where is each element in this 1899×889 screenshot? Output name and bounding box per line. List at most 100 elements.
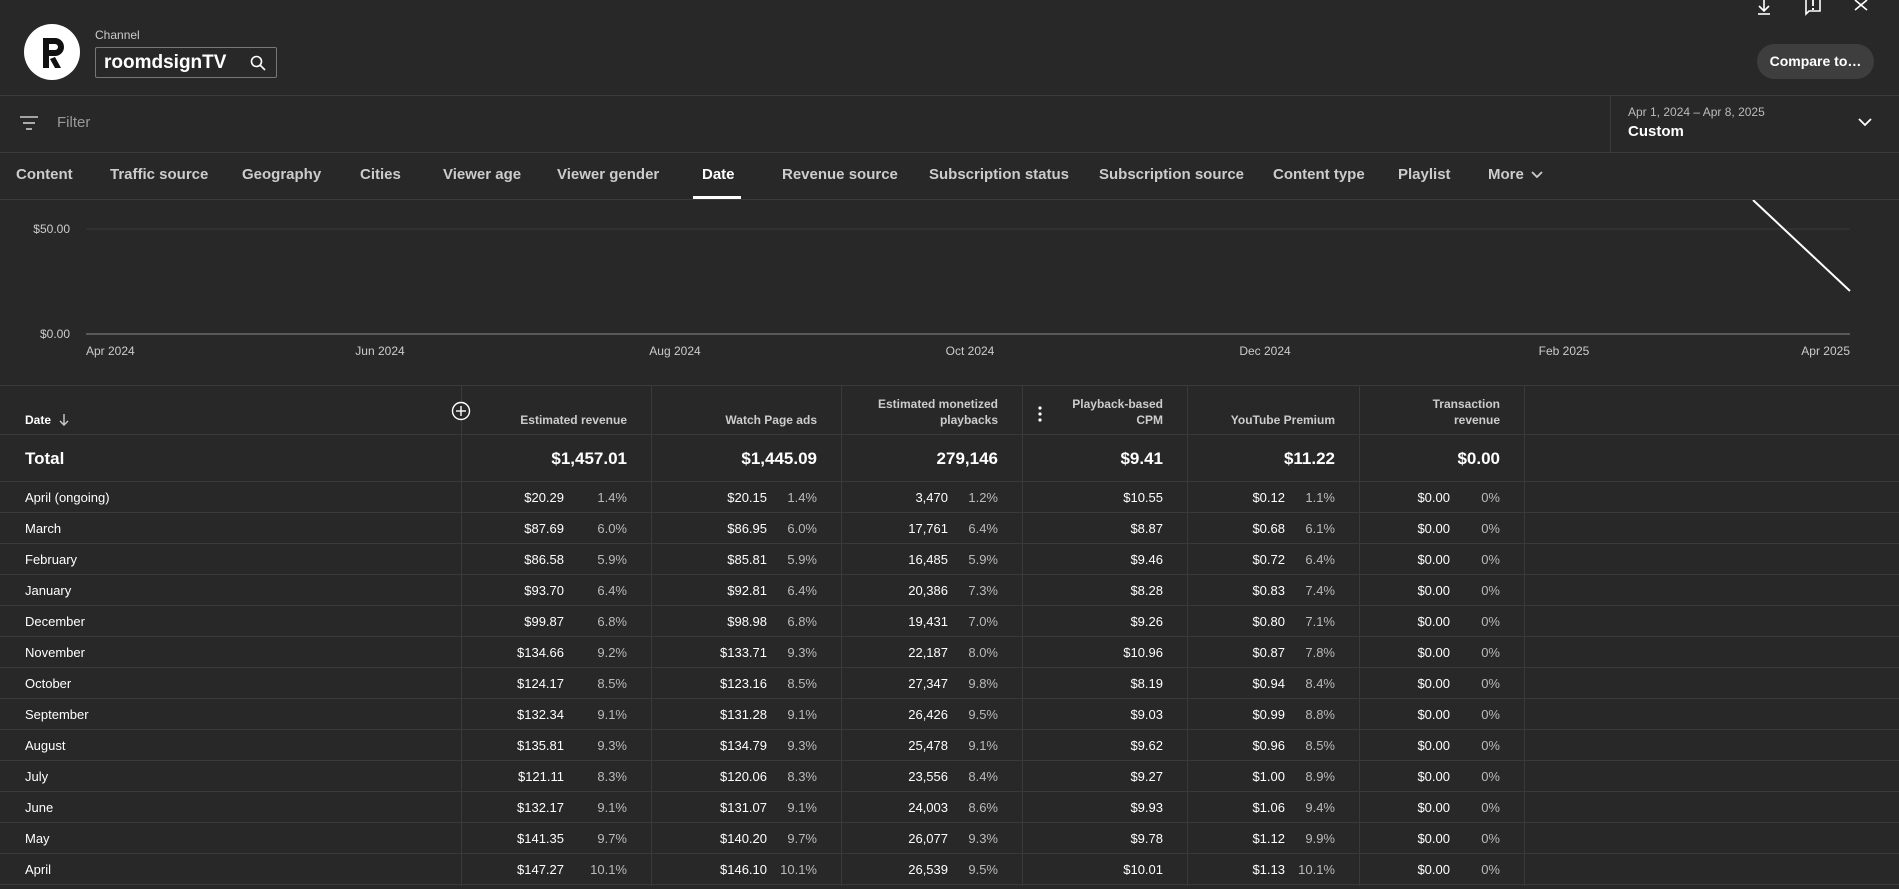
column-header-watch-page-ads[interactable]: Watch Page ads — [651, 386, 841, 435]
cell-monetized-playbacks-percent: 5.9% — [968, 552, 998, 567]
compare-button[interactable]: Compare to… — [1757, 44, 1874, 79]
cell-watch-page-ads: $85.81 — [727, 552, 767, 567]
cell-youtube-premium: $1.13 — [1252, 862, 1285, 877]
channel-logo — [24, 24, 80, 80]
cell-watch-page-ads-percent: 8.5% — [787, 676, 817, 691]
tab-playlist[interactable]: Playlist — [1398, 166, 1451, 183]
more-vert-icon[interactable] — [1038, 406, 1042, 422]
cell-youtube-premium-percent: 6.4% — [1305, 552, 1335, 567]
cell-cpm: $10.96 — [1123, 645, 1163, 660]
tab-revenue-source[interactable]: Revenue source — [782, 166, 898, 183]
data-table: Date Estimated revenue Watch Page ads Es… — [0, 386, 1899, 889]
cell-transaction-revenue-percent: 0% — [1481, 800, 1500, 815]
cell-transaction-revenue: $0.00 — [1417, 490, 1450, 505]
channel-name: roomdsignTV — [104, 52, 227, 73]
row-date-label: April — [25, 862, 52, 877]
row-date-label: September — [25, 707, 89, 722]
cell-watch-page-ads: $134.79 — [720, 738, 767, 753]
cell-watch-page-ads-percent: 9.3% — [787, 738, 817, 753]
tab-subscription-source[interactable]: Subscription source — [1099, 166, 1244, 183]
feedback-icon[interactable] — [1803, 0, 1823, 16]
x-tick-label: Aug 2024 — [649, 344, 701, 358]
cell-youtube-premium: $0.68 — [1252, 521, 1285, 536]
row-date-label: August — [25, 738, 66, 753]
cell-cpm: $9.03 — [1130, 707, 1163, 722]
column-header-label: Transaction revenue — [1432, 397, 1500, 427]
cell-youtube-premium-percent: 1.1% — [1305, 490, 1335, 505]
column-header-estimated-revenue[interactable]: Estimated revenue — [461, 386, 651, 435]
row-date-label: November — [25, 645, 85, 660]
column-header-monetized-playbacks[interactable]: Estimated monetized playbacks — [841, 386, 1022, 435]
column-header-transaction-revenue[interactable]: Transaction revenue — [1359, 386, 1524, 435]
total-label: Total — [25, 449, 65, 468]
table-row: March $87.69 6.0% $86.95 6.0% 17,761 6.4% $8.87… — [0, 513, 1899, 544]
tab-viewer-age[interactable]: Viewer age — [443, 166, 521, 183]
cell-estimated-revenue-percent: 6.4% — [597, 583, 627, 598]
cell-watch-page-ads-percent: 6.8% — [787, 614, 817, 629]
tab-traffic-source[interactable]: Traffic source — [110, 166, 208, 183]
column-header-date[interactable]: Date — [0, 386, 471, 435]
total-youtube-premium: $11.22 — [1283, 449, 1335, 468]
column-header-cpm[interactable]: Playback-based CPM — [1022, 386, 1187, 435]
cell-watch-page-ads-percent: 6.0% — [787, 521, 817, 536]
row-date-label: October — [25, 676, 72, 691]
cell-transaction-revenue: $0.00 — [1417, 645, 1450, 660]
tab-content[interactable]: Content — [16, 166, 73, 183]
filter-icon[interactable] — [19, 115, 39, 131]
cell-cpm: $9.78 — [1130, 831, 1163, 846]
column-header-label: Estimated revenue — [520, 413, 627, 427]
cell-monetized-playbacks-percent: 1.2% — [968, 490, 998, 505]
cell-cpm: $8.28 — [1130, 583, 1163, 598]
tab-geography[interactable]: Geography — [242, 166, 321, 183]
cell-transaction-revenue: $0.00 — [1417, 676, 1450, 691]
cell-estimated-revenue: $132.34 — [517, 707, 564, 722]
y-tick-label: $50.00 — [33, 222, 70, 236]
tab-viewer-gender[interactable]: Viewer gender — [557, 166, 659, 183]
cell-watch-page-ads-percent: 6.4% — [787, 583, 817, 598]
cell-monetized-playbacks: 17,761 — [908, 521, 948, 536]
cell-transaction-revenue-percent: 0% — [1481, 490, 1500, 505]
date-range-text: Apr 1, 2024 – Apr 8, 2025 — [1628, 105, 1765, 119]
table-row: December $99.87 6.8% $98.98 6.8% 19,431 7.0% $9… — [0, 606, 1899, 637]
cell-monetized-playbacks: 3,470 — [915, 490, 948, 505]
tab-date[interactable]: Date — [702, 166, 735, 183]
cell-watch-page-ads-percent: 8.3% — [787, 769, 817, 784]
cell-youtube-premium: $0.12 — [1252, 490, 1285, 505]
cell-transaction-revenue-percent: 0% — [1481, 707, 1500, 722]
cell-transaction-revenue: $0.00 — [1417, 521, 1450, 536]
row-date-label: April (ongoing) — [25, 490, 110, 505]
cell-transaction-revenue-percent: 0% — [1481, 583, 1500, 598]
cell-watch-page-ads-percent: 9.7% — [787, 831, 817, 846]
close-icon[interactable] — [1851, 0, 1871, 16]
cell-estimated-revenue-percent: 9.1% — [597, 800, 627, 815]
cell-estimated-revenue: $134.66 — [517, 645, 564, 660]
sort-arrow-icon[interactable] — [58, 413, 70, 427]
download-icon[interactable] — [1754, 0, 1774, 16]
tab-content-type[interactable]: Content type — [1273, 166, 1365, 183]
cell-youtube-premium: $0.80 — [1252, 614, 1285, 629]
column-header-youtube-premium[interactable]: YouTube Premium — [1187, 386, 1359, 435]
cell-monetized-playbacks: 26,426 — [908, 707, 948, 722]
dimension-tabs: Content Traffic source Geography Cities … — [0, 153, 1899, 200]
cell-estimated-revenue: $147.27 — [517, 862, 564, 877]
cell-estimated-revenue: $86.58 — [524, 552, 564, 567]
tab-more[interactable]: More — [1488, 166, 1544, 183]
cell-transaction-revenue: $0.00 — [1417, 738, 1450, 753]
series-line — [1752, 200, 1851, 292]
cell-youtube-premium: $0.96 — [1252, 738, 1285, 753]
tab-subscription-status[interactable]: Subscription status — [929, 166, 1069, 183]
search-icon[interactable] — [249, 54, 267, 72]
filter-input[interactable]: Filter — [57, 114, 90, 131]
cell-cpm: $9.46 — [1130, 552, 1163, 567]
date-range-picker[interactable]: Apr 1, 2024 – Apr 8, 2025 Custom — [1610, 96, 1899, 153]
cell-youtube-premium-percent: 10.1% — [1298, 862, 1335, 877]
total-estimated-revenue: $1,457.01 — [551, 449, 627, 468]
cell-youtube-premium: $0.83 — [1252, 583, 1285, 598]
cell-youtube-premium-percent: 9.9% — [1305, 831, 1335, 846]
cell-watch-page-ads-percent: 10.1% — [780, 862, 817, 877]
channel-selector[interactable]: roomdsignTV — [95, 47, 277, 78]
tab-cities[interactable]: Cities — [360, 166, 401, 183]
cell-transaction-revenue-percent: 0% — [1481, 769, 1500, 784]
cell-monetized-playbacks: 20,386 — [908, 583, 948, 598]
cell-transaction-revenue-percent: 0% — [1481, 862, 1500, 877]
